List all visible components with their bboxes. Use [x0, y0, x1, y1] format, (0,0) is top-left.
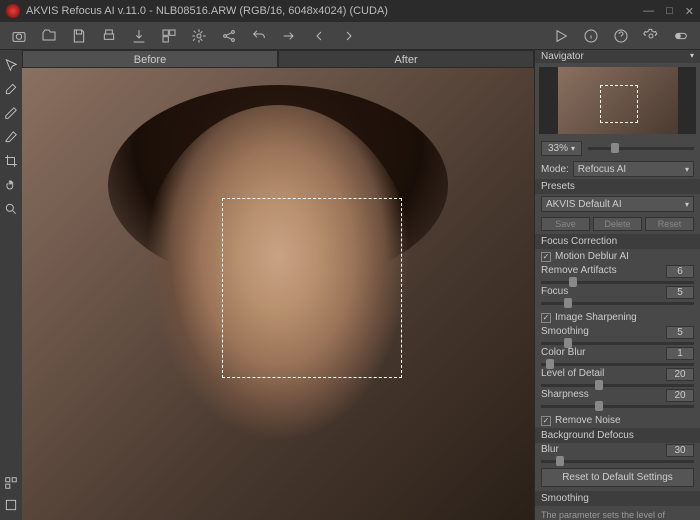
brush-tool[interactable] — [2, 80, 20, 98]
colorblur-value[interactable]: 1 — [666, 347, 694, 360]
open-icon[interactable] — [38, 26, 60, 46]
detail-value[interactable]: 20 — [666, 368, 694, 381]
preset-dropdown[interactable]: AKVIS Default AI▾ — [541, 196, 694, 212]
run-icon[interactable] — [550, 26, 572, 46]
help-text: The parameter sets the level of smoothne… — [535, 506, 700, 520]
pointer-tool[interactable] — [2, 56, 20, 74]
save-preset-button[interactable]: Save — [541, 217, 590, 231]
print-icon[interactable] — [98, 26, 120, 46]
sharpening-checkbox[interactable]: ✓ — [541, 313, 551, 323]
close-button[interactable]: ✕ — [685, 5, 694, 18]
noise-checkbox[interactable]: ✓ — [541, 416, 551, 426]
minimize-button[interactable]: — — [643, 5, 654, 18]
crop-tool[interactable] — [2, 152, 20, 170]
camera-icon[interactable] — [8, 26, 30, 46]
window-title: AKVIS Refocus AI v.11.0 - NLB08516.ARW (… — [26, 5, 388, 17]
export-icon[interactable] — [128, 26, 150, 46]
motion-deblur-checkbox[interactable]: ✓ — [541, 252, 551, 262]
share-icon[interactable] — [218, 26, 240, 46]
toolbar — [0, 22, 700, 50]
sharpness-value[interactable]: 20 — [666, 389, 694, 402]
titlebar: AKVIS Refocus AI v.11.0 - NLB08516.ARW (… — [0, 0, 700, 22]
back-arrow-icon[interactable] — [308, 26, 330, 46]
mode-dropdown[interactable]: Refocus AI▾ — [573, 161, 694, 177]
toggle-icon[interactable] — [670, 26, 692, 46]
apply-icon[interactable] — [278, 26, 300, 46]
detail-label: Level of Detail — [541, 368, 604, 381]
focus-label: Focus — [541, 286, 568, 299]
image-canvas[interactable] — [22, 68, 534, 520]
save-icon[interactable] — [68, 26, 90, 46]
bg-defocus-label: Background Defocus — [535, 428, 700, 443]
smoothing-slider[interactable] — [541, 342, 694, 345]
sharpness-label: Sharpness — [541, 389, 589, 402]
artifacts-label: Remove Artifacts — [541, 265, 617, 278]
focus-slider[interactable] — [541, 302, 694, 305]
maximize-button[interactable]: □ — [666, 5, 673, 18]
navigator-thumbnail[interactable] — [539, 67, 696, 134]
presets-label: Presets — [535, 179, 700, 194]
colorblur-slider[interactable] — [541, 363, 694, 366]
delete-preset-button[interactable]: Delete — [593, 217, 642, 231]
artifacts-slider[interactable] — [541, 281, 694, 284]
blur-value[interactable]: 30 — [666, 444, 694, 457]
settings-icon[interactable] — [640, 26, 662, 46]
zoom-tool[interactable] — [2, 200, 20, 218]
artifacts-value[interactable]: 6 — [666, 265, 694, 278]
undo-icon[interactable] — [248, 26, 270, 46]
blur-slider[interactable] — [541, 460, 694, 463]
gear-icon[interactable] — [188, 26, 210, 46]
blur-label: Blur — [541, 444, 559, 457]
zoom-slider[interactable] — [588, 147, 694, 150]
info-icon[interactable] — [580, 26, 602, 46]
eraser-tool[interactable] — [2, 128, 20, 146]
right-panel: Navigator ▾ 33%▾ Mode: Refocus AI▾ Presets… — [534, 50, 700, 520]
zoom-dropdown[interactable]: 33%▾ — [541, 141, 582, 156]
grid-view-icon[interactable] — [2, 474, 20, 492]
help-title: Smoothing — [535, 491, 700, 506]
hand-tool[interactable] — [2, 176, 20, 194]
pencil-tool[interactable] — [2, 104, 20, 122]
smoothing-value[interactable]: 5 — [666, 326, 694, 339]
tab-before[interactable]: Before — [22, 50, 278, 68]
detail-slider[interactable] — [541, 384, 694, 387]
sharpness-slider[interactable] — [541, 405, 694, 408]
forward-arrow-icon[interactable] — [338, 26, 360, 46]
batch-icon[interactable] — [158, 26, 180, 46]
reset-preset-button[interactable]: Reset — [645, 217, 694, 231]
focus-value[interactable]: 5 — [666, 286, 694, 299]
tab-after[interactable]: After — [278, 50, 534, 68]
focus-correction-label: Focus Correction — [535, 234, 700, 249]
reset-defaults-button[interactable]: Reset to Default Settings — [541, 468, 694, 487]
navigator-label: Navigator — [541, 51, 584, 62]
collapse-icon[interactable]: ▾ — [690, 51, 694, 62]
single-view-icon[interactable] — [2, 496, 20, 514]
mode-label: Mode: — [541, 164, 569, 175]
tool-palette — [0, 50, 22, 520]
app-logo — [6, 4, 20, 18]
help-icon[interactable] — [610, 26, 632, 46]
